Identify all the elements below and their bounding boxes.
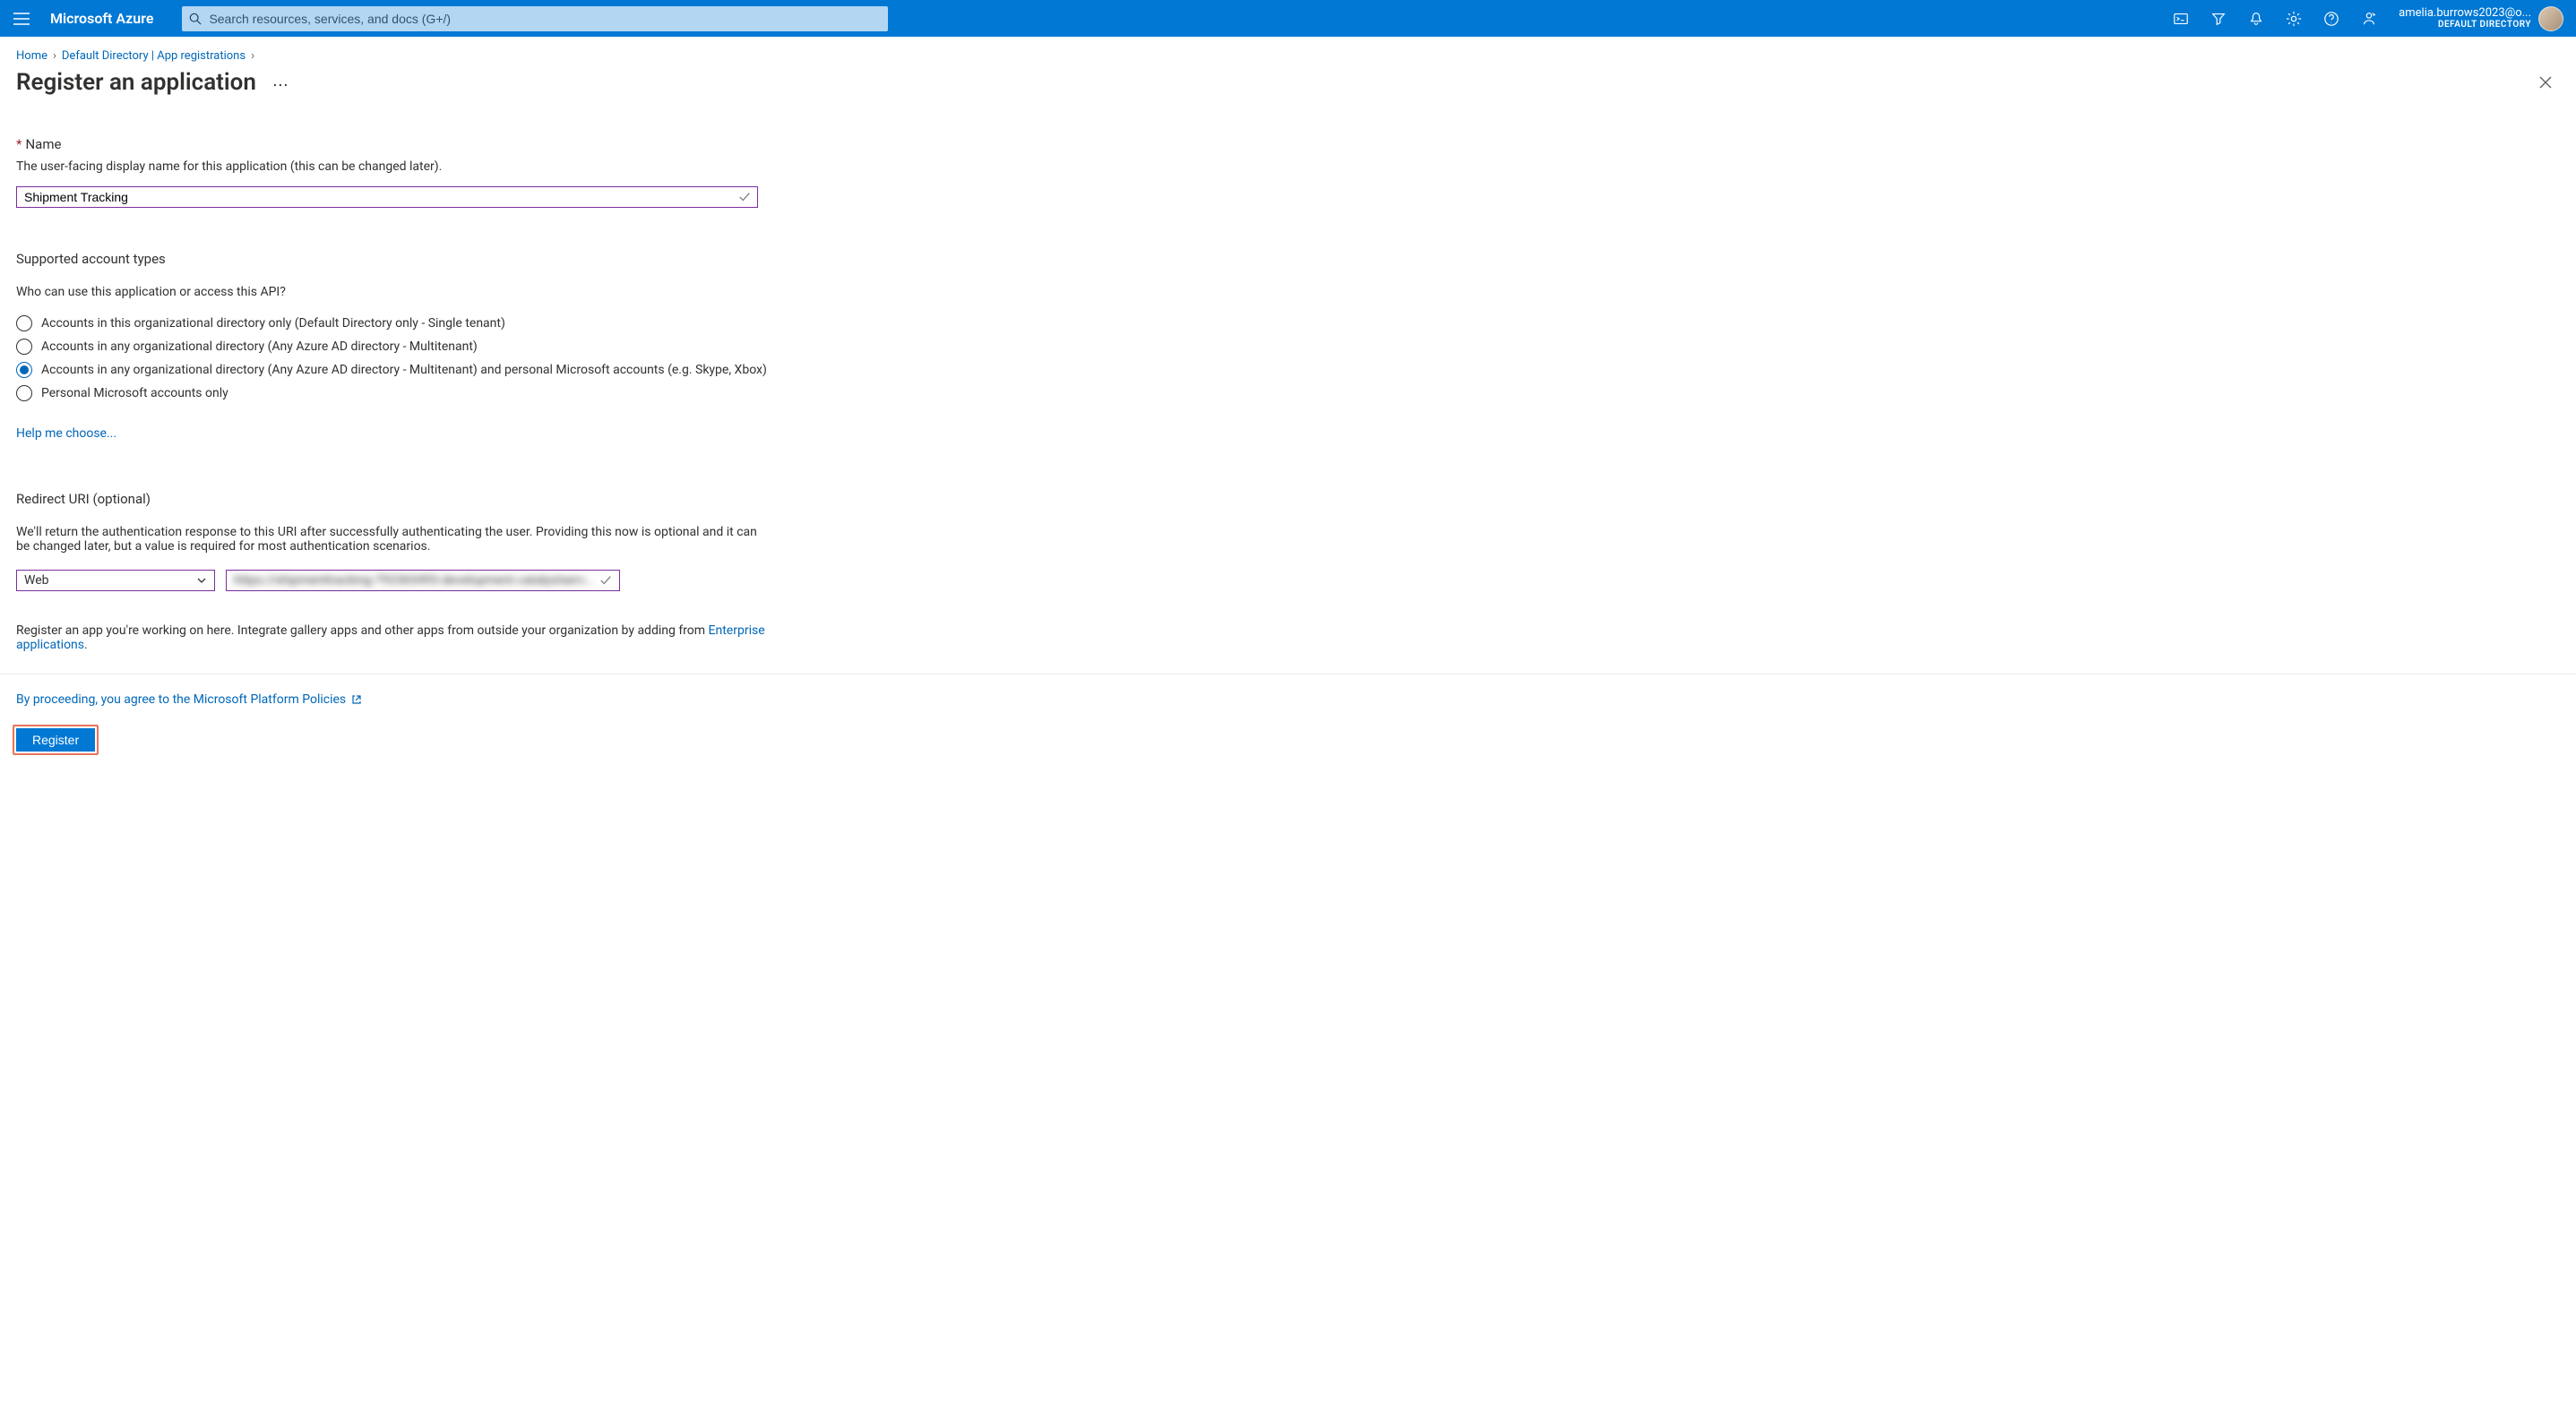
brand-label[interactable]: Microsoft Azure xyxy=(43,10,171,27)
radio-multitenant[interactable]: Accounts in any organizational directory… xyxy=(16,339,772,355)
name-label: *Name xyxy=(16,136,772,152)
external-link-icon xyxy=(351,694,362,705)
radio-single-tenant[interactable]: Accounts in this organizational director… xyxy=(16,315,772,331)
account-email: amelia.burrows2023@o... xyxy=(2399,7,2531,20)
validation-check-icon xyxy=(732,191,757,203)
breadcrumb: Home › Default Directory | App registrat… xyxy=(0,37,2576,66)
feedback-button[interactable] xyxy=(2350,0,2388,37)
topbar-utility-icons xyxy=(2162,0,2388,37)
platform-select[interactable]: Web xyxy=(16,570,215,591)
radio-multitenant-and-personal[interactable]: Accounts in any organizational directory… xyxy=(16,362,772,378)
radio-icon xyxy=(16,315,32,331)
account-types-heading: Supported account types xyxy=(16,251,772,267)
redirect-description: We'll return the authentication response… xyxy=(16,525,760,554)
avatar xyxy=(2538,6,2563,31)
radio-icon xyxy=(16,362,32,378)
name-input-wrapper xyxy=(16,186,758,208)
bell-icon xyxy=(2248,11,2264,27)
global-search[interactable] xyxy=(182,6,888,31)
radio-label: Personal Microsoft accounts only xyxy=(41,386,228,400)
help-icon xyxy=(2323,11,2339,27)
radio-label: Accounts in any organizational directory… xyxy=(41,339,478,354)
gear-icon xyxy=(2286,11,2302,27)
close-blade-button[interactable] xyxy=(2531,68,2560,97)
chevron-down-icon xyxy=(196,575,207,586)
redirect-uri-value: https://shipmenttracking-792365493.devel… xyxy=(234,573,599,588)
directories-button[interactable] xyxy=(2200,0,2237,37)
platform-policies-link[interactable]: By proceeding, you agree to the Microsof… xyxy=(16,692,362,707)
enterprise-apps-line: Register an app you're working on here. … xyxy=(16,623,772,652)
top-nav-bar: Microsoft Azure amelia.burrows2023@o... … xyxy=(0,0,2576,37)
required-star-icon: * xyxy=(16,136,22,152)
feedback-icon xyxy=(2361,11,2377,27)
page-heading-row: Register an application ⋯ xyxy=(0,66,2576,111)
breadcrumb-home[interactable]: Home xyxy=(16,49,47,63)
search-icon xyxy=(189,13,202,25)
search-input[interactable] xyxy=(202,12,881,26)
account-types-question: Who can use this application or access t… xyxy=(16,285,772,299)
radio-personal-only[interactable]: Personal Microsoft accounts only xyxy=(16,385,772,401)
radio-icon xyxy=(16,339,32,355)
register-button[interactable]: Register xyxy=(16,728,95,752)
account-directory: DEFAULT DIRECTORY xyxy=(2399,20,2531,30)
name-description: The user-facing display name for this ap… xyxy=(16,159,772,174)
name-input[interactable] xyxy=(17,187,732,207)
filter-icon xyxy=(2210,11,2227,27)
help-me-choose-link[interactable]: Help me choose... xyxy=(16,426,116,441)
account-types-radio-group: Accounts in this organizational director… xyxy=(16,315,772,401)
platform-select-value: Web xyxy=(24,573,49,588)
register-form: *Name The user-facing display name for t… xyxy=(0,111,788,652)
cloud-shell-icon xyxy=(2173,11,2189,27)
account-menu[interactable]: amelia.burrows2023@o... DEFAULT DIRECTOR… xyxy=(2388,6,2569,31)
help-button[interactable] xyxy=(2313,0,2350,37)
page-title: Register an application xyxy=(16,69,256,96)
chevron-right-icon: › xyxy=(251,49,254,63)
agree-row: By proceeding, you agree to the Microsof… xyxy=(0,674,2576,707)
notifications-button[interactable] xyxy=(2237,0,2275,37)
validation-check-icon xyxy=(599,574,612,587)
breadcrumb-app-registrations[interactable]: Default Directory | App registrations xyxy=(62,49,246,63)
redirect-uri-input[interactable]: https://shipmenttracking-792365493.devel… xyxy=(226,570,620,591)
chevron-right-icon: › xyxy=(53,49,56,63)
menu-toggle-button[interactable] xyxy=(0,0,43,37)
settings-button[interactable] xyxy=(2275,0,2313,37)
close-icon xyxy=(2538,75,2553,90)
radio-label: Accounts in this organizational director… xyxy=(41,316,505,331)
hamburger-icon xyxy=(13,13,30,25)
redirect-heading: Redirect URI (optional) xyxy=(16,491,772,507)
register-highlight-box: Register xyxy=(13,725,99,755)
cloud-shell-button[interactable] xyxy=(2162,0,2200,37)
blade-footer: Register xyxy=(0,707,2576,771)
radio-icon xyxy=(16,385,32,401)
redirect-uri-row: Web https://shipmenttracking-792365493.d… xyxy=(16,570,772,591)
radio-label: Accounts in any organizational directory… xyxy=(41,363,767,377)
more-actions-button[interactable]: ⋯ xyxy=(272,71,290,95)
